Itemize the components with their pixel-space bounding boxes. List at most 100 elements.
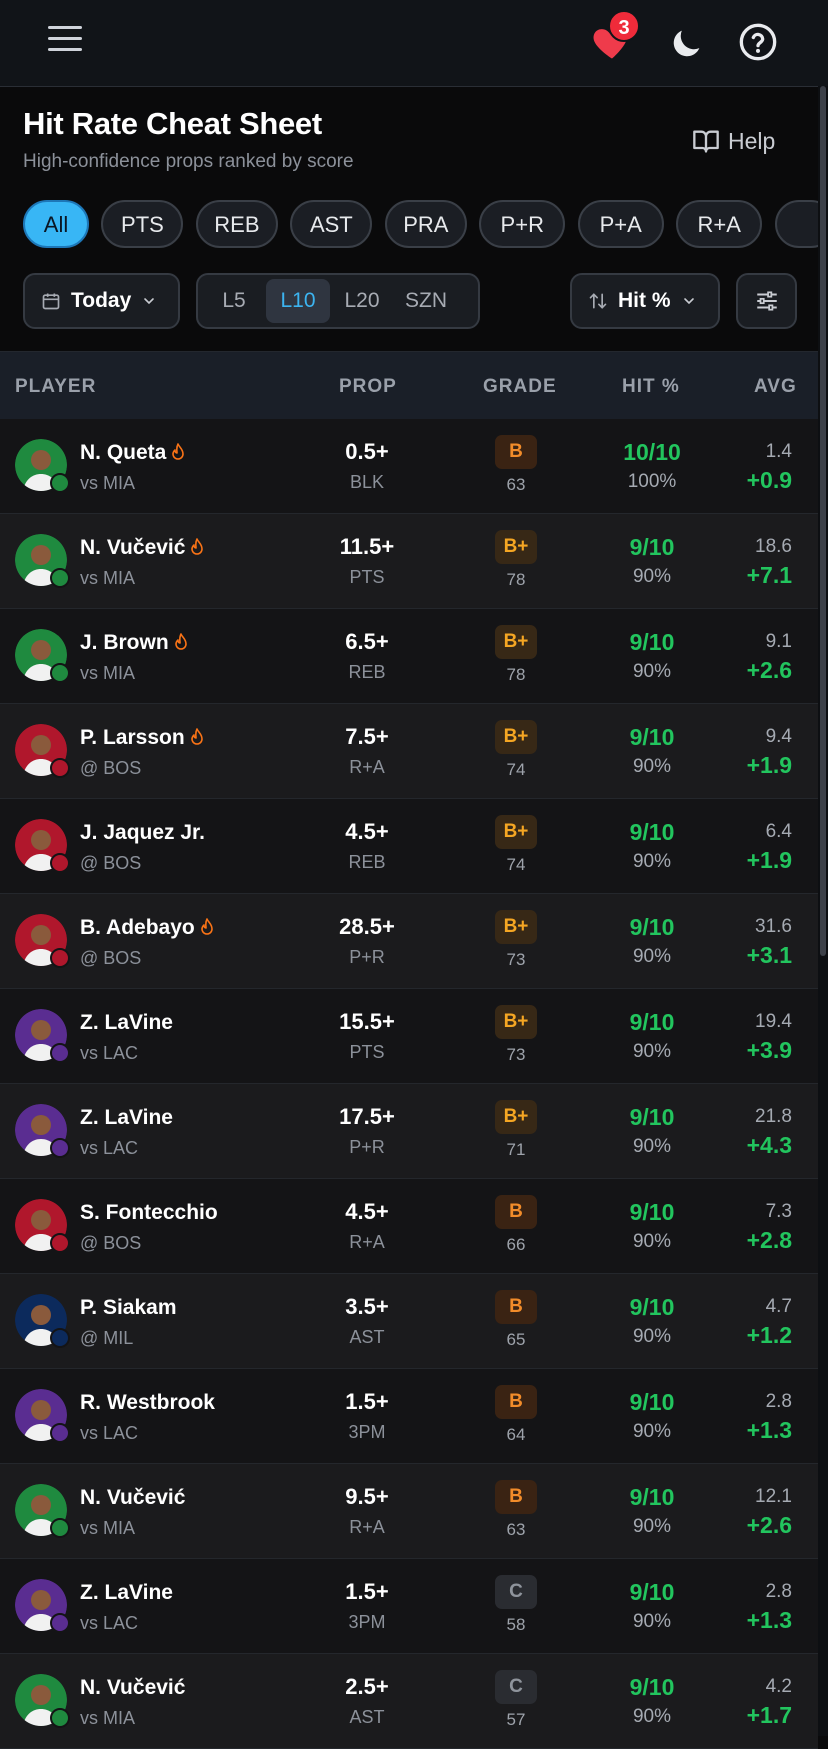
grade-score: 73 — [506, 950, 526, 969]
player-name-wrap[interactable]: B. Adebayo — [80, 916, 215, 940]
chip-p-plus-r[interactable]: P+R — [479, 200, 566, 248]
chip-all[interactable]: All — [23, 200, 89, 248]
prop-stat: REB — [348, 662, 386, 682]
table-row[interactable]: J. Jaquez Jr. @ BOS 4.5+ REB B+ 74 9/10 90% 6.4 +… — [0, 799, 818, 894]
table-row[interactable]: Z. LaVine vs LAC 17.5+ P+R B+ 71 9/10 90% 21.8 +4… — [0, 1084, 818, 1179]
window-l20[interactable]: L20 — [330, 279, 394, 323]
grade-badge: B — [495, 1195, 537, 1229]
grade-score: 78 — [506, 665, 526, 684]
grade-badge: B+ — [495, 1100, 537, 1134]
player-name-wrap[interactable]: R. Westbrook — [80, 1391, 215, 1415]
average-value: 12.1 — [755, 1486, 792, 1507]
date-label: Today — [71, 289, 132, 312]
prop-stat: R+A — [349, 1232, 385, 1252]
table-row[interactable]: Z. LaVine vs LAC 15.5+ PTS B+ 73 9/10 90% 19.4 +3… — [0, 989, 818, 1084]
average-value: 18.6 — [755, 536, 792, 557]
player-name-wrap[interactable]: P. Larsson — [80, 726, 205, 750]
prop-line: 7.5+ — [345, 724, 389, 749]
prop-stat: P+R — [349, 947, 385, 967]
player-name-wrap[interactable]: Z. LaVine — [80, 1106, 173, 1130]
window-l5[interactable]: L5 — [202, 279, 266, 323]
scrollbar-thumb[interactable] — [820, 86, 826, 956]
date-select[interactable]: Today — [23, 273, 180, 329]
chip-p-plus-a[interactable]: P+A — [577, 200, 664, 248]
average-value: 19.4 — [755, 1011, 792, 1032]
sort-select[interactable]: Hit % — [570, 273, 720, 329]
hit-count: 9/10 — [629, 1294, 675, 1320]
team-logo-icon — [50, 1233, 70, 1253]
hit-count: 9/10 — [629, 534, 675, 560]
prop-line: 9.5+ — [345, 1484, 389, 1509]
average-delta: +7.1 — [746, 562, 792, 588]
player-name: Z. LaVine — [80, 1011, 173, 1034]
chip-ast[interactable]: AST — [290, 200, 373, 248]
help-button[interactable]: Help — [692, 124, 775, 158]
hit-percent: 90% — [632, 1516, 672, 1537]
chip-r-plus-a[interactable]: R+A — [676, 200, 763, 248]
table-row[interactable]: N. Vučević vs MIA 2.5+ AST C 57 9/10 90% 4.2 +1.7 — [0, 1654, 818, 1749]
prop-stat: 3PM — [348, 1612, 386, 1632]
table-row[interactable]: Z. LaVine vs LAC 1.5+ 3PM C 58 9/10 90% 2.8 +1.3 — [0, 1559, 818, 1654]
opponent: vs LAC — [80, 1138, 139, 1158]
scrollbar[interactable] — [818, 86, 828, 1736]
player-name-wrap[interactable]: Z. LaVine — [80, 1581, 173, 1605]
col-player[interactable]: PLAYER — [15, 376, 96, 398]
team-logo-icon — [50, 1518, 70, 1538]
fire-icon — [174, 633, 187, 650]
prop-line: 2.5+ — [345, 1674, 389, 1699]
col-grade[interactable]: GRADE — [483, 376, 557, 398]
question-circle-icon[interactable] — [738, 22, 778, 62]
chip-pra[interactable]: PRA — [384, 200, 467, 248]
team-logo-icon — [50, 473, 70, 493]
prop-stat: AST — [349, 1707, 385, 1727]
player-name-wrap[interactable]: N. Vučević — [80, 1676, 185, 1700]
grade-badge: C — [495, 1575, 537, 1609]
grade-score: 71 — [506, 1140, 526, 1159]
chip-reb[interactable]: REB — [195, 200, 278, 248]
player-name-wrap[interactable]: S. Fontecchio — [80, 1201, 218, 1225]
hit-count: 9/10 — [629, 914, 675, 940]
player-name: N. Vučević — [80, 1486, 186, 1509]
average-delta: +4.3 — [746, 1132, 792, 1158]
prop-stat: PTS — [349, 567, 385, 587]
table-row[interactable]: N. Queta vs MIA 0.5+ BLK B 63 10/10 100% 1.4 +0.9 — [0, 419, 818, 514]
table-row[interactable]: N. Vučević vs MIA 9.5+ R+A B 63 9/10 90% 12.1 +2.… — [0, 1464, 818, 1559]
average-delta: +3.1 — [746, 942, 792, 968]
col-avg[interactable]: AVG — [754, 376, 797, 398]
prop-line: 28.5+ — [339, 914, 395, 939]
moon-icon[interactable] — [666, 24, 706, 64]
table-row[interactable]: N. Vučević vs MIA 11.5+ PTS B+ 78 9/10 90% 18.6 +… — [0, 514, 818, 609]
chip-pts[interactable]: PTS — [101, 200, 184, 248]
table-row[interactable]: R. Westbrook vs LAC 1.5+ 3PM B 64 9/10 90% 2.8 +1… — [0, 1369, 818, 1464]
window-l10[interactable]: L10 — [266, 279, 330, 323]
table-header: PLAYER PROP GRADE HIT % AVG — [0, 351, 828, 420]
team-logo-icon — [50, 1138, 70, 1158]
hit-count: 9/10 — [629, 819, 675, 845]
table-row[interactable]: P. Larsson @ BOS 7.5+ R+A B+ 74 9/10 90% 9.4 +1.9 — [0, 704, 818, 799]
player-name-wrap[interactable]: N. Queta — [80, 441, 186, 465]
grade-score: 63 — [506, 1520, 526, 1539]
player-name-wrap[interactable]: N. Vučević — [80, 1486, 185, 1510]
table-row[interactable]: S. Fontecchio @ BOS 4.5+ R+A B 66 9/10 90% 7.3 +2… — [0, 1179, 818, 1274]
grade-score: 58 — [506, 1615, 526, 1634]
window-szn[interactable]: SZN — [394, 279, 458, 323]
prop-stat: AST — [349, 1327, 385, 1347]
col-prop[interactable]: PROP — [339, 376, 397, 398]
opponent: vs MIA — [80, 1708, 136, 1728]
table-row[interactable]: B. Adebayo @ BOS 28.5+ P+R B+ 73 9/10 90% 31.6 +3… — [0, 894, 818, 989]
player-name-wrap[interactable]: P. Siakam — [80, 1296, 177, 1320]
grade-score: 64 — [506, 1425, 526, 1444]
col-hit[interactable]: HIT % — [622, 376, 680, 398]
player-name-wrap[interactable]: N. Vučević — [80, 536, 205, 560]
grade-score: 57 — [506, 1710, 526, 1729]
filter-settings-button[interactable] — [736, 273, 797, 329]
player-name-wrap[interactable]: Z. LaVine — [80, 1011, 173, 1035]
opponent: @ BOS — [80, 853, 142, 873]
prop-stat: 3PM — [348, 1422, 386, 1442]
favorites-count-badge: 3 — [608, 10, 640, 42]
player-name-wrap[interactable]: J. Brown — [80, 631, 189, 655]
table-row[interactable]: P. Siakam @ MIL 3.5+ AST B 65 9/10 90% 4.7 +1.2 — [0, 1274, 818, 1369]
table-row[interactable]: J. Brown vs MIA 6.5+ REB B+ 78 9/10 90% 9.1 +2.6 — [0, 609, 818, 704]
hamburger-menu-icon[interactable] — [48, 26, 82, 56]
player-name-wrap[interactable]: J. Jaquez Jr. — [80, 821, 205, 845]
